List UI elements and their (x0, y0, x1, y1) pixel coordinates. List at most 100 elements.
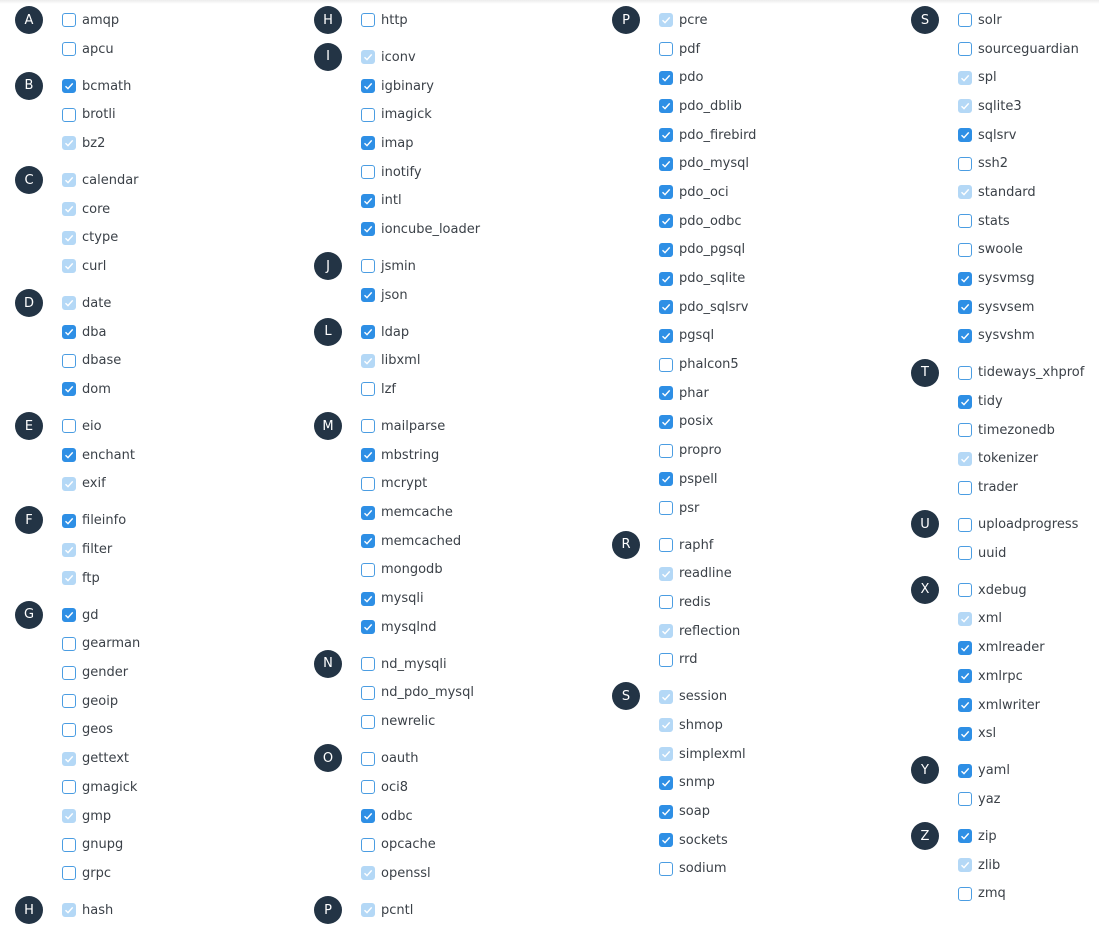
checkbox-checked-icon[interactable] (659, 328, 673, 343)
extension-pdo[interactable]: pdo (659, 63, 756, 92)
checkbox-unchecked-icon[interactable] (659, 443, 673, 458)
checkbox-checked-icon[interactable] (62, 513, 76, 528)
extension-phar[interactable]: phar (659, 379, 756, 408)
checkbox-checked-icon[interactable] (958, 300, 972, 315)
extension-http[interactable]: http (361, 6, 480, 35)
extension-amqp[interactable]: amqp (62, 6, 140, 35)
checkbox-checked-icon[interactable] (361, 136, 375, 151)
extension-bcmath[interactable]: bcmath (62, 72, 140, 101)
extension-enchant[interactable]: enchant (62, 441, 140, 470)
extension-eio[interactable]: eio (62, 412, 140, 441)
checkbox-checked-icon[interactable] (62, 325, 76, 340)
extension-geoip[interactable]: geoip (62, 687, 140, 716)
checkbox-checked-icon[interactable] (958, 698, 972, 713)
extension-sysvsem[interactable]: sysvsem (958, 293, 1084, 322)
checkbox-unchecked-icon[interactable] (361, 837, 375, 852)
extension-oci8[interactable]: oci8 (361, 773, 480, 802)
extension-gender[interactable]: gender (62, 658, 140, 687)
checkbox-unchecked-icon[interactable] (659, 861, 673, 876)
checkbox-unchecked-icon[interactable] (62, 353, 76, 368)
checkbox-checked-icon[interactable] (659, 386, 673, 401)
checkbox-unchecked-icon[interactable] (659, 538, 673, 553)
extension-xsl[interactable]: xsl (958, 719, 1084, 748)
extension-xdebug[interactable]: xdebug (958, 576, 1084, 605)
checkbox-unchecked-icon[interactable] (361, 685, 375, 700)
extension-memcached[interactable]: memcached (361, 527, 480, 556)
checkbox-checked-icon[interactable] (361, 591, 375, 606)
checkbox-unchecked-icon[interactable] (62, 866, 76, 881)
checkbox-unchecked-icon[interactable] (958, 214, 972, 229)
extension-pdo_mysql[interactable]: pdo_mysql (659, 149, 756, 178)
checkbox-checked-icon[interactable] (62, 448, 76, 463)
extension-pdo_odbc[interactable]: pdo_odbc (659, 207, 756, 236)
checkbox-checked-icon[interactable] (659, 242, 673, 257)
extension-gd[interactable]: gd (62, 601, 140, 630)
extension-geos[interactable]: geos (62, 716, 140, 745)
extension-memcache[interactable]: memcache (361, 498, 480, 527)
extension-trader[interactable]: trader (958, 473, 1084, 502)
extension-redis[interactable]: redis (659, 588, 756, 617)
extension-mbstring[interactable]: mbstring (361, 441, 480, 470)
extension-sysvmsg[interactable]: sysvmsg (958, 264, 1084, 293)
extension-stats[interactable]: stats (958, 207, 1084, 236)
checkbox-unchecked-icon[interactable] (659, 357, 673, 372)
checkbox-checked-icon[interactable] (958, 829, 972, 844)
checkbox-checked-icon[interactable] (659, 804, 673, 819)
extension-pdo_sqlite[interactable]: pdo_sqlite (659, 264, 756, 293)
extension-soap[interactable]: soap (659, 797, 756, 826)
extension-pdo_firebird[interactable]: pdo_firebird (659, 121, 756, 150)
extension-pdo_oci[interactable]: pdo_oci (659, 178, 756, 207)
checkbox-checked-icon[interactable] (659, 833, 673, 848)
checkbox-unchecked-icon[interactable] (958, 480, 972, 495)
extension-apcu[interactable]: apcu (62, 35, 140, 64)
checkbox-unchecked-icon[interactable] (659, 652, 673, 667)
extension-dba[interactable]: dba (62, 318, 140, 347)
checkbox-unchecked-icon[interactable] (361, 476, 375, 491)
extension-sourceguardian[interactable]: sourceguardian (958, 35, 1084, 64)
checkbox-unchecked-icon[interactable] (361, 165, 375, 180)
extension-rrd[interactable]: rrd (659, 645, 756, 674)
checkbox-checked-icon[interactable] (958, 394, 972, 409)
checkbox-unchecked-icon[interactable] (62, 694, 76, 709)
checkbox-checked-icon[interactable] (958, 669, 972, 684)
extension-gmagick[interactable]: gmagick (62, 773, 140, 802)
extension-zip[interactable]: zip (958, 822, 1084, 851)
extension-pgsql[interactable]: pgsql (659, 322, 756, 351)
checkbox-checked-icon[interactable] (659, 185, 673, 200)
checkbox-unchecked-icon[interactable] (361, 107, 375, 122)
checkbox-unchecked-icon[interactable] (62, 13, 76, 28)
extension-nd_pdo_mysql[interactable]: nd_pdo_mysql (361, 679, 480, 708)
extension-mysqli[interactable]: mysqli (361, 584, 480, 613)
checkbox-checked-icon[interactable] (62, 608, 76, 623)
checkbox-checked-icon[interactable] (361, 505, 375, 520)
extension-uploadprogress[interactable]: uploadprogress (958, 510, 1084, 539)
extension-odbc[interactable]: odbc (361, 802, 480, 831)
extension-intl[interactable]: intl (361, 186, 480, 215)
checkbox-checked-icon[interactable] (361, 288, 375, 303)
extension-ssh2[interactable]: ssh2 (958, 149, 1084, 178)
extension-json[interactable]: json (361, 281, 480, 310)
extension-lzf[interactable]: lzf (361, 375, 480, 404)
extension-gearman[interactable]: gearman (62, 630, 140, 659)
checkbox-unchecked-icon[interactable] (958, 517, 972, 532)
checkbox-checked-icon[interactable] (361, 448, 375, 463)
checkbox-checked-icon[interactable] (659, 70, 673, 85)
extension-ldap[interactable]: ldap (361, 318, 480, 347)
checkbox-unchecked-icon[interactable] (958, 42, 972, 57)
extension-pdo_dblib[interactable]: pdo_dblib (659, 92, 756, 121)
extension-zmq[interactable]: zmq (958, 879, 1084, 908)
checkbox-checked-icon[interactable] (361, 534, 375, 549)
extension-fileinfo[interactable]: fileinfo (62, 506, 140, 535)
extension-brotli[interactable]: brotli (62, 100, 140, 129)
extension-dbase[interactable]: dbase (62, 346, 140, 375)
extension-snmp[interactable]: snmp (659, 768, 756, 797)
extension-newrelic[interactable]: newrelic (361, 707, 480, 736)
checkbox-unchecked-icon[interactable] (62, 837, 76, 852)
checkbox-checked-icon[interactable] (958, 271, 972, 286)
extension-psr[interactable]: psr (659, 494, 756, 523)
extension-mailparse[interactable]: mailparse (361, 412, 480, 441)
extension-opcache[interactable]: opcache (361, 830, 480, 859)
checkbox-unchecked-icon[interactable] (958, 365, 972, 380)
checkbox-checked-icon[interactable] (659, 775, 673, 790)
checkbox-checked-icon[interactable] (659, 156, 673, 171)
